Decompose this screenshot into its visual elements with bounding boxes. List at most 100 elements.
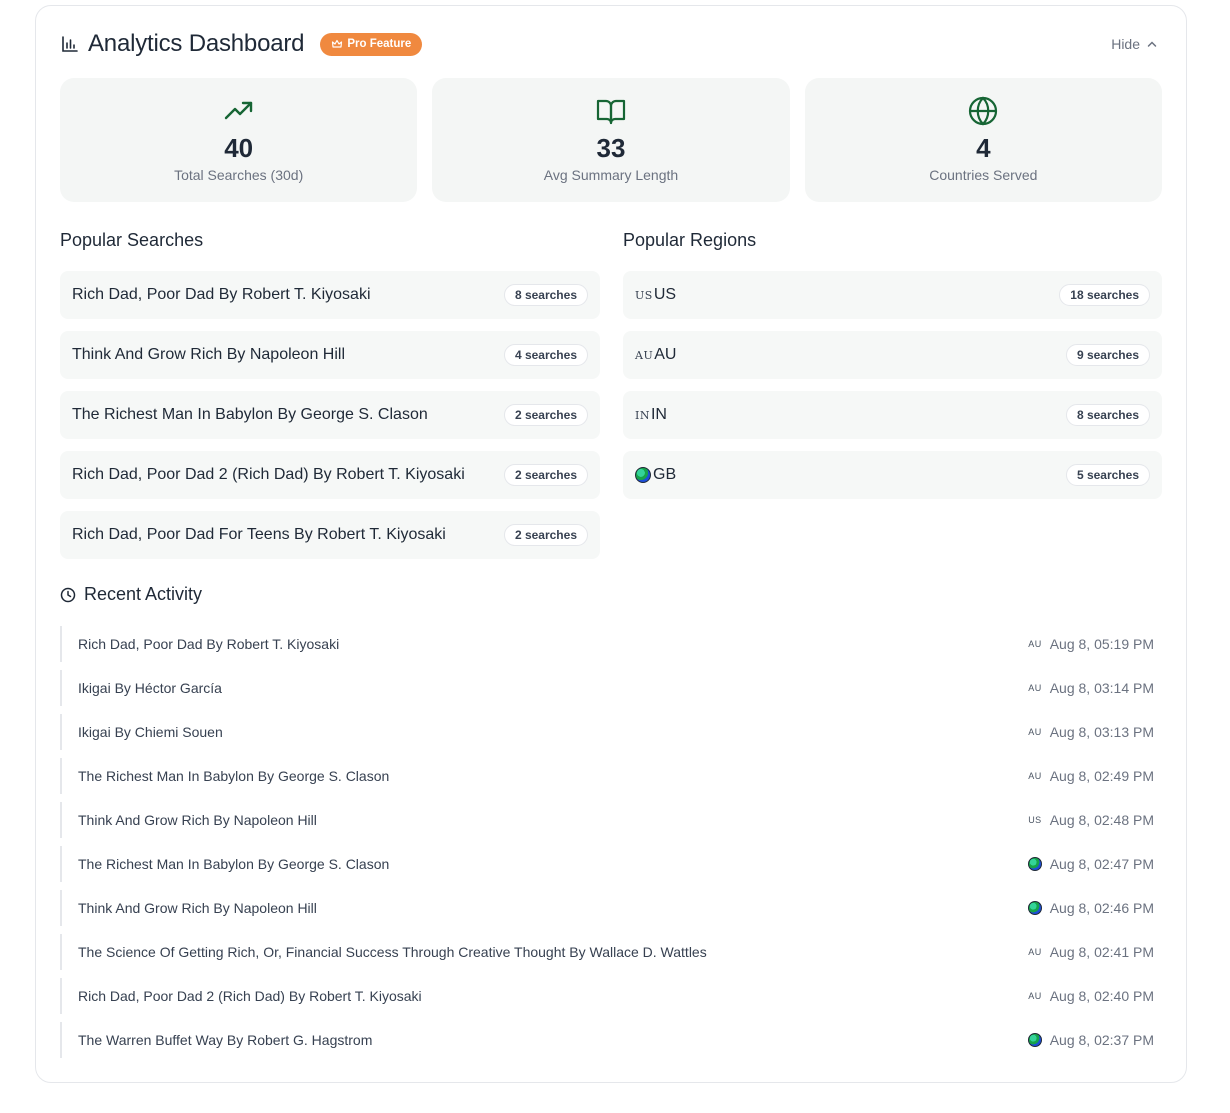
chevron-up-icon: [1147, 41, 1157, 47]
region-item[interactable]: AU AU 9 searches: [623, 331, 1162, 379]
activity-item[interactable]: Rich Dad, Poor Dad By Robert T. Kiyosaki…: [60, 626, 1162, 662]
popular-regions-title: Popular Regions: [623, 230, 757, 250]
au-flag-icon: AU: [1028, 683, 1042, 693]
au-flag-icon: AU: [635, 348, 654, 362]
activity-item[interactable]: The Warren Buffet Way By Robert G. Hagst…: [60, 1022, 1162, 1058]
activity-title: Think And Grow Rich By Napoleon Hill: [78, 812, 317, 828]
region-item[interactable]: IN IN 8 searches: [623, 391, 1162, 439]
popular-search-item[interactable]: Think And Grow Rich By Napoleon Hill 4 s…: [60, 331, 600, 379]
trending-up-icon: [224, 101, 252, 120]
activity-item[interactable]: Think And Grow Rich By Napoleon Hill US A…: [60, 802, 1162, 838]
activity-time: Aug 8, 02:37 PM: [1049, 1032, 1154, 1048]
region-count-badge: 8 searches: [1065, 404, 1150, 426]
region-code: AU: [654, 346, 677, 363]
search-title: Think And Grow Rich By Napoleon Hill: [72, 346, 346, 363]
analytics-dashboard-card: Analytics Dashboard Pro Feature Hide 40 …: [35, 5, 1187, 1083]
region-code: IN: [650, 406, 667, 423]
globe-icon: [1027, 857, 1042, 871]
region-item[interactable]: GB 5 searches: [623, 451, 1162, 499]
au-flag-icon: AU: [1028, 727, 1042, 737]
au-flag-icon: AU: [1028, 991, 1042, 1001]
region-code: US: [653, 286, 677, 303]
dashboard-header: Analytics Dashboard Pro Feature Hide: [60, 28, 1162, 60]
stat-label: Avg Summary Length: [543, 167, 679, 183]
activity-item[interactable]: The Richest Man In Babylon By George S. …: [60, 846, 1162, 882]
search-count-badge: 4 searches: [503, 344, 588, 366]
activity-item[interactable]: The Science Of Getting Rich, Or, Financi…: [60, 934, 1162, 970]
activity-time: Aug 8, 02:47 PM: [1049, 856, 1154, 872]
activity-time: Aug 8, 03:13 PM: [1049, 724, 1154, 740]
activity-item[interactable]: Think And Grow Rich By Napoleon Hill Aug…: [60, 890, 1162, 926]
book-open-icon: [596, 99, 626, 125]
au-flag-icon: AU: [1028, 639, 1042, 649]
search-title: Rich Dad, Poor Dad For Teens By Robert T…: [72, 526, 446, 543]
stat-card-avg-summary-length: 33 Avg Summary Length: [432, 78, 790, 202]
us-flag-icon: US: [635, 288, 653, 302]
hide-button[interactable]: Hide: [1111, 36, 1158, 52]
stat-value: 33: [596, 133, 626, 163]
stat-label: Countries Served: [929, 167, 1038, 183]
us-flag-icon: US: [1028, 815, 1042, 825]
activity-time: Aug 8, 02:49 PM: [1049, 768, 1154, 784]
search-count-badge: 2 searches: [503, 464, 588, 486]
activity-time: Aug 8, 05:19 PM: [1049, 636, 1154, 652]
activity-title: Think And Grow Rich By Napoleon Hill: [78, 900, 317, 916]
pro-feature-badge: Pro Feature: [320, 32, 423, 56]
activity-title: Rich Dad, Poor Dad 2 (Rich Dad) By Rober…: [78, 988, 422, 1004]
recent-activity-title: Recent Activity: [84, 584, 203, 604]
crown-icon: [332, 39, 343, 48]
search-title: Rich Dad, Poor Dad 2 (Rich Dad) By Rober…: [72, 466, 465, 483]
globe-icon: [1027, 1033, 1042, 1047]
activity-title: The Warren Buffet Way By Robert G. Hagst…: [78, 1032, 373, 1048]
in-flag-icon: IN: [635, 408, 650, 422]
search-count-badge: 8 searches: [503, 284, 588, 306]
stat-card-total-searches: 40 Total Searches (30d): [60, 78, 418, 202]
globe-icon: [969, 96, 998, 126]
search-title: The Richest Man In Babylon By George S. …: [72, 406, 428, 423]
search-count-badge: 2 searches: [503, 524, 588, 546]
region-count-badge: 18 searches: [1059, 284, 1150, 306]
activity-time: Aug 8, 02:41 PM: [1049, 944, 1154, 960]
popular-search-item[interactable]: Rich Dad, Poor Dad For Teens By Robert T…: [60, 511, 600, 559]
popular-search-item[interactable]: Rich Dad, Poor Dad By Robert T. Kiyosaki…: [60, 271, 600, 319]
activity-item[interactable]: Ikigai By Héctor García AU Aug 8, 03:14 P…: [60, 670, 1162, 706]
region-count-badge: 9 searches: [1065, 344, 1150, 366]
page-title: Analytics Dashboard: [88, 30, 305, 57]
au-flag-icon: AU: [1028, 771, 1042, 781]
recent-activity-header: Recent Activity: [60, 584, 202, 605]
activity-title: Rich Dad, Poor Dad By Robert T. Kiyosaki: [78, 636, 340, 652]
activity-item[interactable]: Ikigai By Chiemi Souen AU Aug 8, 03:13 PM: [60, 714, 1162, 750]
activity-title: Ikigai By Héctor García: [78, 680, 222, 696]
bar-chart-icon: [60, 34, 80, 54]
popular-searches-title: Popular Searches: [60, 230, 204, 250]
region-code: GB: [653, 466, 677, 483]
popular-searches-list: Rich Dad, Poor Dad By Robert T. Kiyosaki…: [60, 271, 600, 559]
popular-search-item[interactable]: Rich Dad, Poor Dad 2 (Rich Dad) By Rober…: [60, 451, 600, 499]
activity-title: The Science Of Getting Rich, Or, Financi…: [78, 944, 707, 960]
hide-button-label: Hide: [1111, 36, 1140, 52]
activity-item[interactable]: Rich Dad, Poor Dad 2 (Rich Dad) By Rober…: [60, 978, 1162, 1014]
region-item[interactable]: US US 18 searches: [623, 271, 1162, 319]
stat-card-countries-served: 4 Countries Served: [804, 78, 1162, 202]
activity-item[interactable]: The Richest Man In Babylon By George S. …: [60, 758, 1162, 794]
search-title: Rich Dad, Poor Dad By Robert T. Kiyosaki: [72, 286, 371, 303]
pro-badge-label: Pro Feature: [347, 38, 412, 50]
stats-row: 40 Total Searches (30d) 33 Avg Summary L…: [60, 78, 1162, 202]
region-count-badge: 5 searches: [1065, 464, 1150, 486]
stat-value: 4: [976, 133, 991, 163]
popular-regions-list: US US 18 searches AU AU 9 searches IN IN…: [623, 271, 1162, 499]
recent-activity-list: Rich Dad, Poor Dad By Robert T. Kiyosaki…: [60, 626, 1162, 1058]
stat-label: Total Searches (30d): [174, 167, 304, 183]
activity-time: Aug 8, 02:48 PM: [1049, 812, 1154, 828]
activity-time: Aug 8, 03:14 PM: [1049, 680, 1154, 696]
search-count-badge: 2 searches: [503, 404, 588, 426]
popular-search-item[interactable]: The Richest Man In Babylon By George S. …: [60, 391, 600, 439]
au-flag-icon: AU: [1028, 947, 1042, 957]
activity-title: The Richest Man In Babylon By George S. …: [78, 856, 390, 872]
stat-value: 40: [224, 133, 254, 163]
globe-icon: [1027, 901, 1042, 915]
globe-icon: [635, 467, 651, 483]
activity-title: The Richest Man In Babylon By George S. …: [78, 768, 390, 784]
activity-title: Ikigai By Chiemi Souen: [78, 724, 223, 740]
clock-icon: [60, 587, 76, 602]
